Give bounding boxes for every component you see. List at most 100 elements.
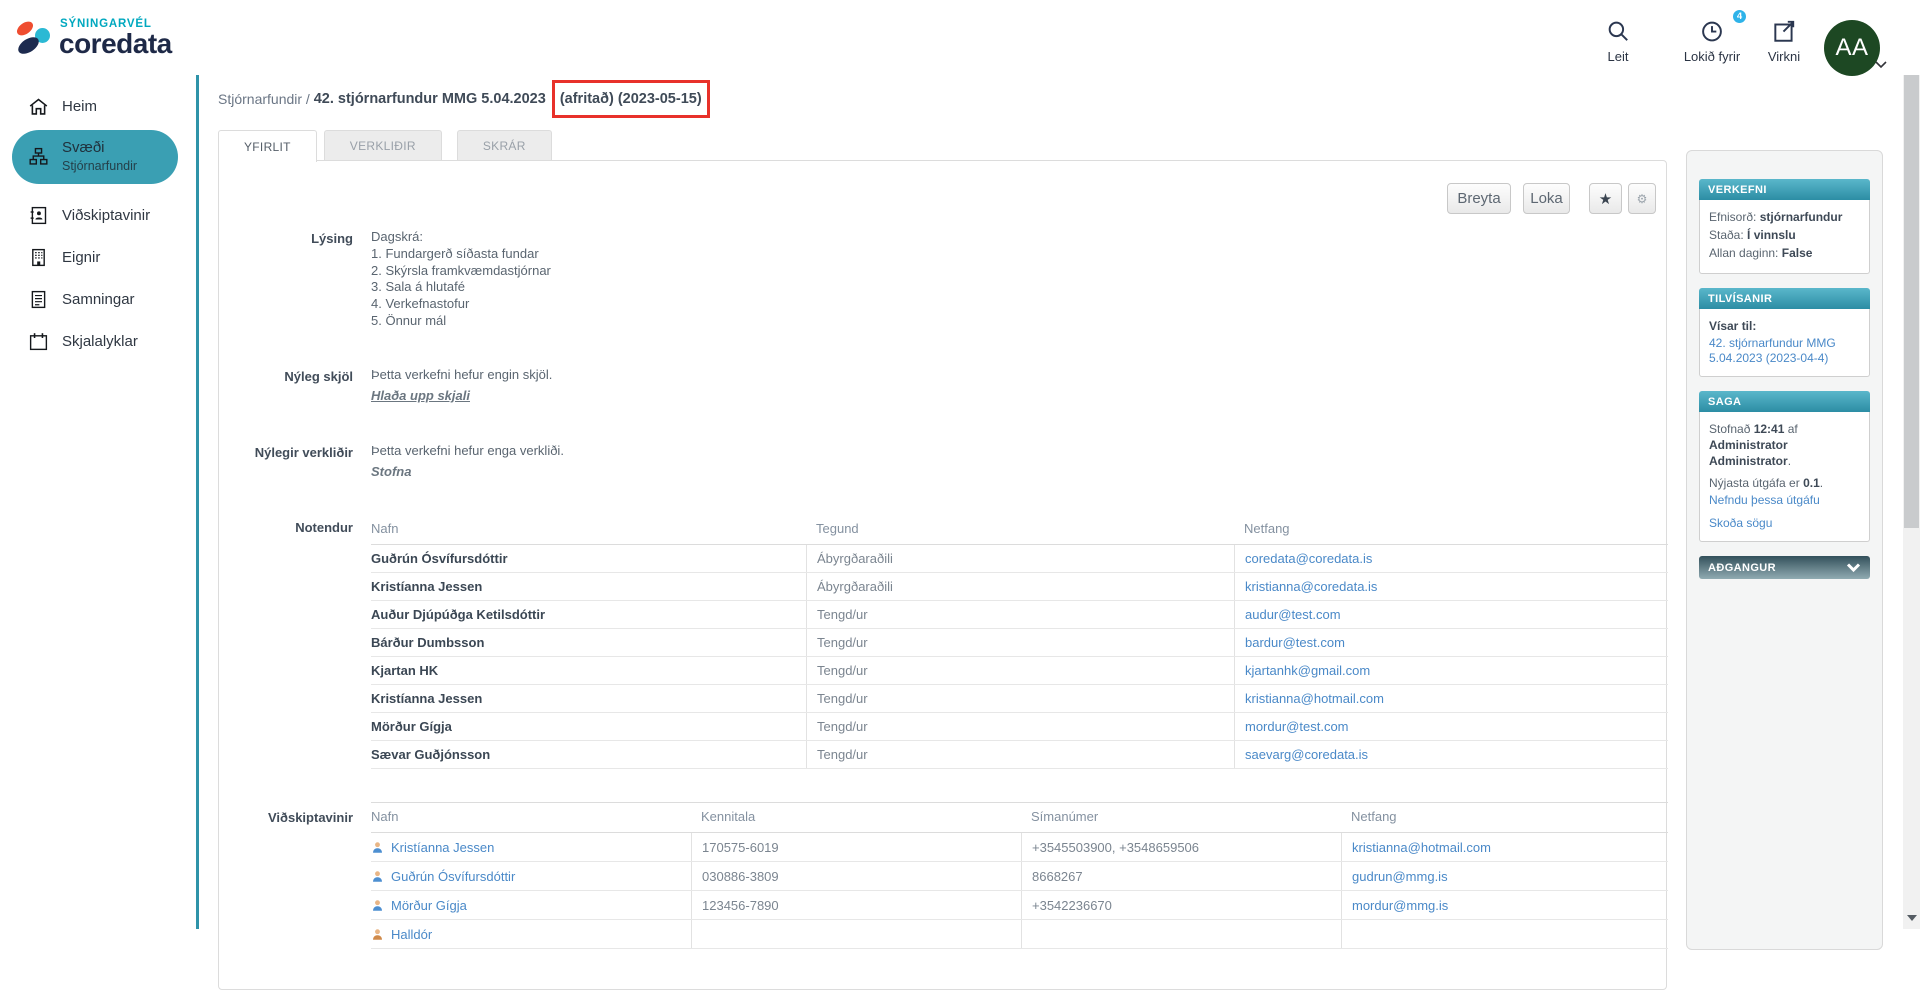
view-history-link[interactable]: Skoða sögu (1709, 516, 1860, 531)
email-link[interactable]: mordur@test.com (1245, 719, 1349, 734)
user-name: Auður Djúpúðga Ketilsdóttir (371, 601, 806, 628)
client-name-link[interactable]: Guðrún Ósvífursdóttir (391, 869, 515, 884)
client-phone: 8668267 (1021, 862, 1341, 890)
sidebar-divider (196, 75, 199, 929)
name-version-link[interactable]: Nefndu þessa útgáfu (1709, 493, 1860, 508)
user-name: Bárður Dumbsson (371, 629, 806, 656)
email-link[interactable]: saevarg@coredata.is (1245, 747, 1368, 762)
notendur-table-row: Mörður GígjaTengd/ur mordur@test.com (371, 713, 1668, 741)
search-label: Leit (1573, 49, 1663, 64)
user-email-cell: coredata@coredata.is (1234, 545, 1668, 572)
user-type: Tengd/ur (806, 657, 1234, 684)
avatar-chevron-down-icon[interactable] (1874, 60, 1888, 70)
column-header-netfang: Netfang (1341, 809, 1668, 824)
tab-yfirlit[interactable]: YFIRLIT (218, 130, 317, 162)
email-link[interactable]: kristianna@coredata.is (1245, 579, 1377, 594)
notendur-table-row: Sævar GuðjónssonTengd/ur saevarg@coredata… (371, 741, 1668, 769)
sidebar-item-eignir[interactable]: Eignir (12, 240, 182, 274)
column-header-nafn: Nafn (371, 521, 806, 536)
toolbar: Breyta Loka ★ ⚙ (1447, 183, 1656, 214)
efnisord-label: Efnisorð: (1709, 210, 1760, 224)
search-button[interactable]: Leit (1573, 18, 1663, 64)
user-type: Tengd/ur (806, 741, 1234, 768)
email-link[interactable]: bardur@test.com (1245, 635, 1345, 650)
column-header-tegund: Tegund (806, 521, 1234, 536)
email-link[interactable]: kristianna@hotmail.com (1352, 840, 1491, 855)
sidebar-item-vidskiptavinir[interactable]: Viðskiptavinir (12, 198, 182, 232)
client-kennitala: 030886-3809 (691, 862, 1021, 890)
stada-label: Staða: (1709, 228, 1747, 242)
sidebar-label-samningar: Samningar (62, 291, 135, 308)
email-link[interactable]: mordur@mmg.is (1352, 898, 1448, 913)
adgangur-panel-header[interactable]: AÐGANGUR (1699, 556, 1870, 579)
user-name: Sævar Guðjónsson (371, 741, 806, 768)
user-type: Tengd/ur (806, 713, 1234, 740)
coredata-logo[interactable]: SÝNINGARVÉL coredata (14, 10, 234, 66)
upload-document-link[interactable]: Hlaða upp skjali (371, 388, 470, 405)
client-kennitala: 123456-7890 (691, 891, 1021, 919)
tab-verklidir[interactable]: VERKLIÐIR (324, 130, 442, 160)
tab-skrar[interactable]: SKRÁR (457, 130, 552, 160)
section-lysing: Lýsing Dagskrá: 1. Fundargerð síðasta fu… (219, 229, 1666, 330)
create-task-link[interactable]: Stofna (371, 464, 411, 481)
efnisord-value: stjórnarfundur (1760, 210, 1843, 224)
scrollbar-thumb[interactable] (1904, 42, 1919, 528)
vidskiptavinir-label: Viðskiptavinir (219, 810, 353, 825)
page-scrollbar (1903, 0, 1920, 929)
breadcrumb-parent-link[interactable]: Stjórnarfundir (218, 91, 302, 107)
sidebar-item-svaedi[interactable]: Svæði Stjórnarfundir (12, 130, 178, 184)
reference-link[interactable]: 42. stjórnarfundur MMG 5.04.2023 (2023-0… (1709, 336, 1860, 366)
left-sidebar: Heim Svæði Stjórnarfundir Viðskiptavinir… (0, 75, 196, 929)
edit-button[interactable]: Breyta (1447, 183, 1511, 214)
section-nylegir-verklidir: Nýlegir verkliðir Þetta verkefni hefur e… (219, 443, 1666, 481)
column-header-nafn: Nafn (371, 809, 691, 824)
notendur-table-row: Kristíanna JessenÁbyrgðaraðilikristianna… (371, 573, 1668, 601)
breadcrumb-current: 42. stjórnarfundur MMG 5.04.2023 (314, 91, 550, 107)
nyleg-skjol-label: Nýleg skjöl (219, 369, 353, 384)
sidebar-item-samningar[interactable]: Samningar (12, 282, 182, 316)
client-name-cell: Kristíanna Jessen (371, 833, 691, 861)
settings-gear-button[interactable]: ⚙ (1628, 183, 1656, 214)
user-email-cell: bardur@test.com (1234, 629, 1668, 656)
vidskiptavinir-table-row: Mörður Gígja 123456-7890+3542236670 mordur… (371, 891, 1668, 920)
calendar-icon (28, 331, 49, 352)
user-type: Tengd/ur (806, 685, 1234, 712)
user-type: Tengd/ur (806, 601, 1234, 628)
user-avatar[interactable]: AA (1824, 20, 1880, 76)
client-name-cell: Halldór (371, 920, 691, 948)
activity-button[interactable]: Virkni (1739, 18, 1829, 64)
client-phone: +3542236670 (1021, 891, 1341, 919)
user-name: Mörður Gígja (371, 713, 806, 740)
favorite-star-button[interactable]: ★ (1589, 183, 1622, 214)
client-name-link[interactable]: Mörður Gígja (391, 898, 467, 913)
email-link[interactable]: kristianna@hotmail.com (1245, 691, 1384, 706)
email-link[interactable]: coredata@coredata.is (1245, 551, 1372, 566)
sidebar-item-heim[interactable]: Heim (12, 89, 182, 123)
right-sidebar: VERKEFNI Efnisorð: stjórnarfundur Staða:… (1686, 150, 1883, 950)
scrollbar-down-arrow[interactable] (1907, 915, 1917, 921)
user-email-cell: mordur@test.com (1234, 713, 1668, 740)
user-email-cell: saevarg@coredata.is (1234, 741, 1668, 768)
notendur-table-row: Auður Djúpúðga KetilsdóttirTengd/ur audur… (371, 601, 1668, 629)
section-nyleg-skjol: Nýleg skjöl Þetta verkefni hefur engin s… (219, 367, 1666, 405)
sitemap-icon (28, 146, 49, 167)
activity-icon (1771, 18, 1797, 44)
email-link[interactable]: audur@test.com (1245, 607, 1341, 622)
sidebar-label-vidskiptavinir: Viðskiptavinir (62, 207, 150, 224)
tab-bar: YFIRLIT VERKLIÐIR SKRÁR (218, 130, 559, 161)
close-button[interactable]: Loka (1523, 183, 1570, 214)
client-name-link[interactable]: Kristíanna Jessen (391, 840, 494, 855)
person-icon (371, 928, 384, 941)
notendur-table-row: Kristíanna JessenTengd/urkristianna@hotm… (371, 685, 1668, 713)
saga-panel-header: SAGA (1699, 391, 1870, 412)
sidebar-item-skjalalyklar[interactable]: Skjalalyklar (12, 324, 182, 358)
section-vidskiptavinir: Viðskiptavinir Nafn Kennitala Símanúmer … (219, 802, 1666, 949)
document-icon (28, 289, 49, 310)
email-link[interactable]: kjartanhk@gmail.com (1245, 663, 1370, 678)
client-email-cell: kristianna@hotmail.com (1341, 833, 1668, 861)
notendur-table-row: Guðrún ÓsvífursdóttirÁbyrgðaraðilicoreda… (371, 545, 1668, 573)
contacts-icon (28, 205, 49, 226)
email-link[interactable]: gudrun@mmg.is (1352, 869, 1448, 884)
user-name: Kristíanna Jessen (371, 573, 806, 600)
breadcrumb-annotation-highlight: (afritað) (2023-05-15) (552, 80, 710, 118)
